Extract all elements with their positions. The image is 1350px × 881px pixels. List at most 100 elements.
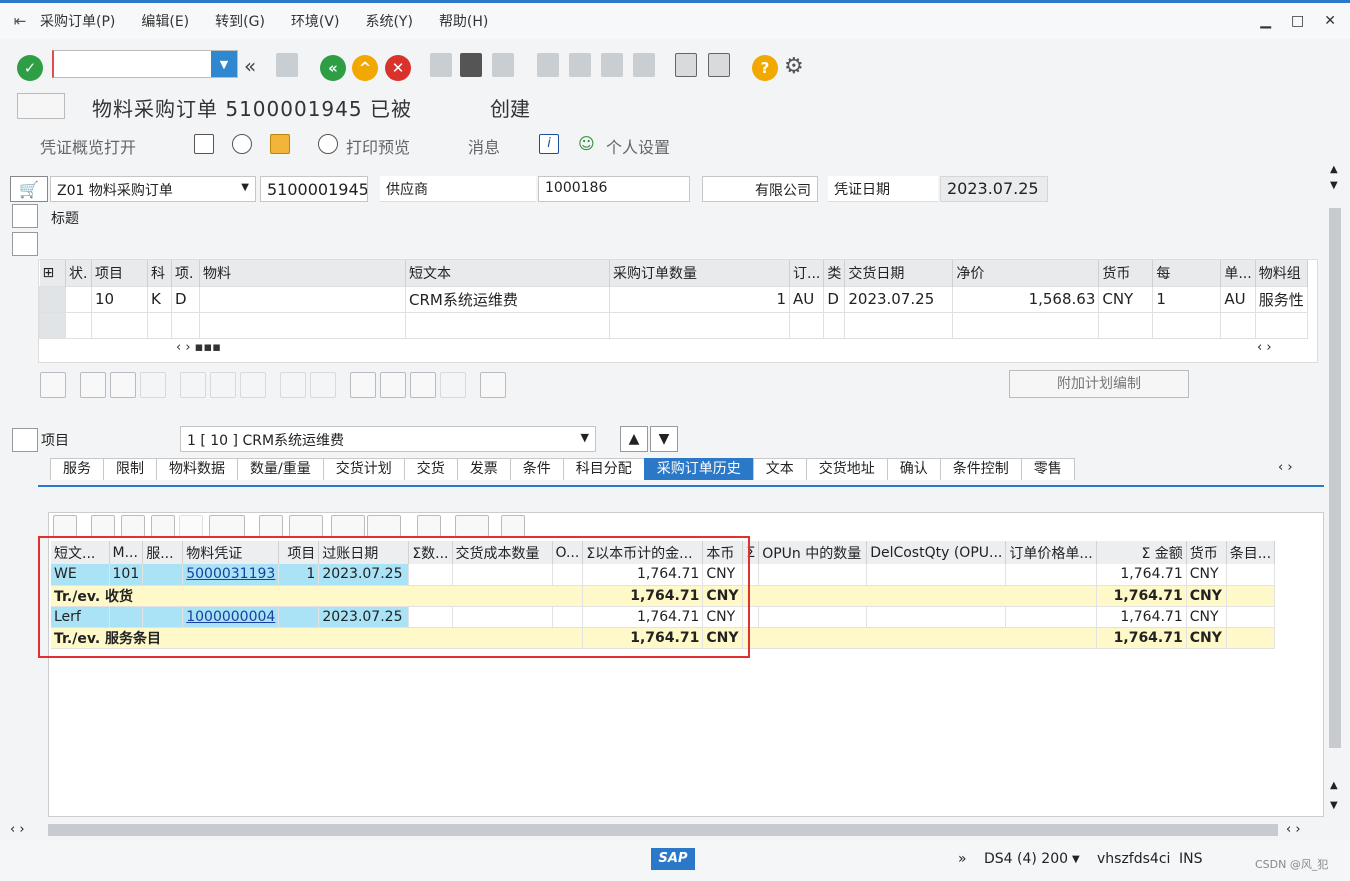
shopping-cart-icon[interactable]: 🛒 — [10, 176, 48, 202]
services-menu-button[interactable] — [17, 93, 65, 119]
history-col-opun-qty[interactable]: OPUn 中的数量 — [758, 541, 868, 564]
print-icon[interactable] — [430, 53, 452, 77]
cell-delivery-date[interactable]: 2023.07.25 — [844, 285, 954, 313]
menu-item-goto[interactable]: 转到(G) — [215, 11, 265, 31]
cell-material-group[interactable]: 服务性 — [1254, 285, 1308, 313]
tab-limits[interactable]: 限制 — [103, 458, 157, 480]
messages-button[interactable]: 消息 — [468, 134, 500, 158]
unlock-icon[interactable] — [240, 372, 266, 398]
overview-col-quantity[interactable]: 采购订单数量 — [609, 260, 790, 286]
sort-ascending-icon[interactable] — [350, 372, 376, 398]
next-item-button[interactable]: ▼ — [650, 426, 678, 452]
alv-details-icon[interactable] — [53, 515, 77, 537]
alv-print-icon[interactable] — [259, 515, 283, 537]
overview-scroll-nav[interactable]: ‹ › ▪▪▪ — [176, 340, 221, 355]
details-icon[interactable] — [40, 372, 66, 398]
alv-info-icon[interactable] — [417, 515, 441, 537]
vertical-scrollbar[interactable]: ▲ ▼ ▲ ▼ — [1327, 160, 1343, 820]
collapse-header-icon[interactable] — [12, 204, 38, 228]
close-window-icon[interactable]: ✕ — [1324, 13, 1336, 29]
cell-acct[interactable]: K — [147, 285, 172, 313]
add-planning-button[interactable]: 附加计划编制 — [1009, 370, 1189, 398]
cell-material[interactable] — [199, 285, 406, 313]
overview-col-short-text[interactable]: 短文本 — [405, 260, 610, 286]
print-preview-button[interactable]: 打印预览 — [346, 134, 410, 158]
row-selector[interactable] — [39, 311, 66, 339]
tab-delivery-address[interactable]: 交货地址 — [805, 458, 888, 480]
tab-material-data[interactable]: 物料数据 — [156, 458, 238, 480]
alv-sort-desc-icon[interactable] — [121, 515, 145, 537]
cell-per[interactable]: 1 — [1152, 285, 1222, 313]
tab-po-history[interactable]: 采购订单历史 — [643, 458, 754, 480]
cell-currency[interactable]: CNY — [1186, 606, 1227, 628]
cell-net-price[interactable]: 1,568.63 — [952, 285, 1100, 313]
alv-settings-icon[interactable] — [455, 515, 489, 537]
cell-short-text[interactable]: CRM系统运维费 — [405, 285, 610, 313]
overview-col-unit[interactable]: 订... — [789, 260, 825, 286]
first-page-icon[interactable] — [537, 53, 559, 77]
personal-settings-icon[interactable]: ☺ — [578, 134, 598, 154]
alv-export-icon[interactable] — [331, 515, 365, 537]
table-row-empty[interactable] — [39, 311, 1308, 339]
history-col-currency[interactable]: 货币 — [1186, 541, 1227, 564]
alv-find-icon[interactable] — [151, 515, 175, 537]
alv-filter-icon[interactable] — [209, 515, 245, 537]
copy-icon[interactable] — [280, 372, 306, 398]
cell-amount[interactable]: 1,764.71 — [1096, 606, 1187, 628]
lock-icon[interactable] — [210, 372, 236, 398]
document-date-field[interactable]: 2023.07.25 — [940, 176, 1048, 202]
prev-page-icon[interactable] — [569, 53, 591, 77]
previous-item-button[interactable]: ▲ — [620, 426, 648, 452]
cell-currency[interactable]: CNY — [1098, 285, 1154, 313]
overview-col-currency[interactable]: 货币 — [1098, 260, 1154, 286]
collapse-item-icon[interactable] — [12, 428, 38, 452]
tab-invoice[interactable]: 发票 — [456, 458, 511, 480]
overview-col-material-group[interactable]: 物料组 — [1255, 260, 1308, 286]
history-col-order-price-unit[interactable]: 订单价格单... — [1005, 541, 1097, 564]
item-dropdown[interactable]: 1 [ 10 ] CRM系统运维费 ▼ — [180, 426, 596, 452]
vertical-scroll-thumb[interactable] — [1329, 208, 1341, 748]
cell-quantity[interactable]: 1 — [609, 285, 790, 313]
delete-icon[interactable] — [180, 372, 206, 398]
horizontal-scrollbar[interactable]: ‹ › ‹ › — [0, 822, 1350, 838]
sort-descending-icon[interactable] — [380, 372, 406, 398]
overview-col-itemcat[interactable]: 项. — [171, 260, 200, 286]
settings-gear-icon[interactable]: ⚙ — [784, 54, 804, 79]
history-col-entry[interactable]: 条目... — [1226, 541, 1276, 564]
exit-icon[interactable]: ^ — [352, 55, 378, 81]
tab-conditions[interactable]: 条件 — [509, 458, 564, 480]
scroll-down-icon[interactable]: ▼ — [1330, 800, 1338, 811]
history-col-amount[interactable]: Σ 金额 — [1096, 541, 1187, 564]
overview-col-per[interactable]: 每 — [1152, 260, 1222, 286]
cell-item[interactable]: 10 — [91, 285, 148, 313]
alv-views-icon[interactable] — [289, 515, 323, 537]
filter-icon[interactable] — [410, 372, 436, 398]
cell-type[interactable]: D — [823, 285, 846, 313]
menu-item-po[interactable]: 采购订单(P) — [40, 11, 115, 31]
menu-exit-icon[interactable]: ⇤ — [0, 12, 40, 30]
info-icon[interactable]: i — [539, 134, 559, 154]
horizontal-scroll-thumb[interactable] — [48, 824, 1278, 836]
history-col-delcostqty-opu[interactable]: DelCostQty (OPU... — [866, 541, 1007, 564]
po-number-field[interactable]: 5100001945 — [260, 176, 368, 202]
help-icon[interactable]: ? — [752, 55, 778, 81]
conditions-icon[interactable] — [480, 372, 506, 398]
table-row[interactable]: 10 K D CRM系统运维费 1 AU D 2023.07.25 1,568.… — [39, 285, 1308, 313]
overview-col-status[interactable]: 状. — [65, 260, 92, 286]
menu-item-environment[interactable]: 环境(V) — [291, 11, 340, 31]
doc-type-select[interactable]: Z01 物料采购订单 ▼ — [50, 176, 256, 202]
expand-overview-icon[interactable] — [12, 232, 38, 256]
menu-item-edit[interactable]: 编辑(E) — [141, 11, 189, 31]
alv-layout-icon[interactable] — [367, 515, 401, 537]
command-input[interactable] — [54, 51, 209, 77]
create-session-icon[interactable] — [675, 53, 697, 77]
new-document-icon[interactable] — [194, 134, 214, 154]
enter-check-icon[interactable]: ✓ — [17, 55, 43, 81]
cell-unit[interactable]: AU — [788, 285, 825, 313]
deselect-all-icon[interactable] — [110, 372, 136, 398]
alv-find-next-icon[interactable] — [179, 515, 203, 537]
tab-account-assignment[interactable]: 科目分配 — [562, 458, 645, 480]
scroll-up-icon[interactable]: ▲ — [1330, 164, 1338, 175]
back-icon[interactable]: « — [320, 55, 346, 81]
tab-services[interactable]: 服务 — [50, 458, 104, 480]
